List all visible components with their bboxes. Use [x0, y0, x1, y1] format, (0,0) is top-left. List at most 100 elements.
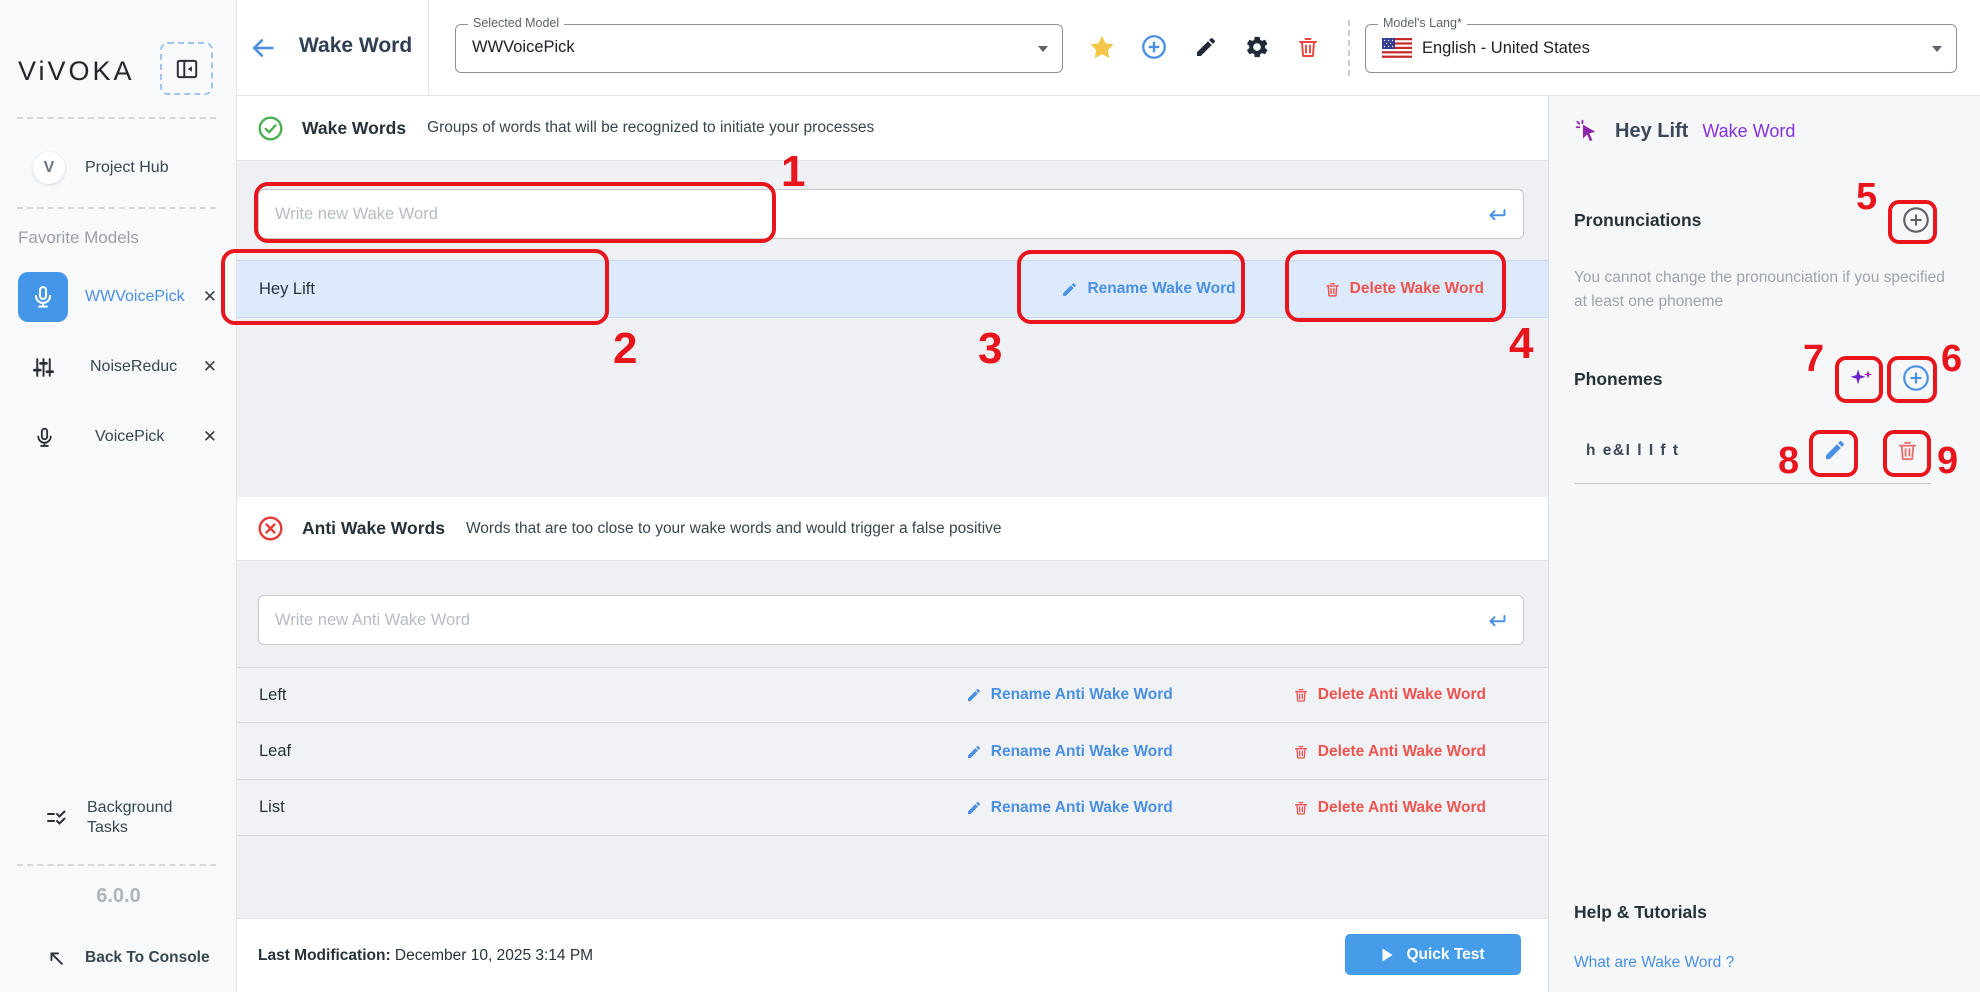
rename-anti-wake-word-label: Rename Anti Wake Word	[991, 743, 1173, 761]
model-settings-button[interactable]	[1240, 30, 1274, 64]
selected-model-value: WWVoicePick	[472, 38, 575, 57]
chevron-down-icon	[1038, 46, 1048, 52]
sidebar-item-background-tasks[interactable]: Background Tasks	[0, 795, 237, 841]
close-icon[interactable]: ✕	[203, 287, 217, 307]
trash-icon	[1324, 281, 1341, 298]
trash-icon	[1896, 439, 1919, 462]
sidebar-item-back-to-console[interactable]: Back To Console	[0, 938, 237, 978]
quick-test-button[interactable]: Quick Test	[1345, 934, 1521, 975]
last-modification-label: Last Modification:	[258, 947, 391, 964]
add-phoneme-button[interactable]	[1898, 360, 1934, 396]
sidebar-item-noisereduc[interactable]: NoiseReduc ✕	[0, 345, 237, 389]
add-model-button[interactable]	[1137, 30, 1171, 64]
project-hub-label: Project Hub	[85, 159, 169, 177]
main-content: Wake Words Groups of words that will be …	[237, 96, 1548, 992]
anti-wake-word-row[interactable]: Leaf Rename Anti Wake Word Delete Anti W…	[237, 724, 1548, 780]
selected-model-label: Selected Model	[468, 16, 564, 30]
phoneme-value: h e&I l I f t	[1586, 442, 1680, 460]
enter-return-icon[interactable]	[1485, 203, 1509, 227]
anti-wake-word-row[interactable]: List Rename Anti Wake Word Delete Anti W…	[237, 780, 1548, 836]
magic-cursor-icon	[1574, 118, 1601, 145]
sidebar-item-voicepick[interactable]: VoicePick ✕	[0, 415, 237, 459]
what-are-wake-word-link[interactable]: What are Wake Word ?	[1574, 954, 1734, 972]
rename-wake-word-button[interactable]: Rename Wake Word	[1061, 280, 1235, 298]
star-icon	[1088, 33, 1116, 61]
anti-wake-word-row[interactable]: Left Rename Anti Wake Word Delete Anti W…	[237, 667, 1548, 723]
close-icon[interactable]: ✕	[203, 427, 217, 447]
anti-wake-words-title: Anti Wake Words	[302, 518, 445, 539]
favorite-models-label: Favorite Models	[18, 228, 139, 248]
new-anti-wake-word-input[interactable]	[275, 596, 1455, 644]
enter-return-icon[interactable]	[1485, 609, 1509, 633]
background-tasks-label: Background Tasks	[87, 798, 197, 838]
favorite-model-button[interactable]	[1085, 30, 1119, 64]
delete-model-button[interactable]	[1291, 30, 1325, 64]
divider	[1348, 20, 1350, 76]
rename-anti-wake-word-button[interactable]: Rename Anti Wake Word	[966, 686, 1173, 704]
divider	[17, 207, 216, 209]
delete-phoneme-button[interactable]	[1889, 432, 1925, 468]
close-icon[interactable]: ✕	[203, 357, 217, 377]
project-hub-avatar: V	[33, 152, 65, 184]
anti-wake-word-name: List	[259, 798, 285, 817]
anti-wake-word-name: Leaf	[259, 742, 291, 761]
anti-wake-word-input-wrap	[258, 595, 1524, 645]
delete-anti-wake-word-button[interactable]: Delete Anti Wake Word	[1293, 686, 1486, 704]
pencil-icon	[966, 687, 982, 703]
circle-plus-icon	[1140, 33, 1168, 61]
trash-icon	[1293, 687, 1309, 703]
app-version: 6.0.0	[0, 885, 237, 908]
sidebar-item-project-hub[interactable]: V Project Hub	[0, 148, 237, 188]
model-name: VoicePick	[95, 428, 164, 446]
selected-model-dropdown[interactable]: Selected Model WWVoicePick	[455, 24, 1063, 73]
anti-wake-word-name: Left	[259, 686, 287, 705]
chevron-down-icon	[1932, 46, 1942, 52]
wake-word-page: ViVOKA V Project Hub Favorite Models	[0, 0, 1980, 992]
edit-model-button[interactable]	[1189, 30, 1223, 64]
delete-anti-wake-word-button[interactable]: Delete Anti Wake Word	[1293, 743, 1486, 761]
circle-plus-icon	[1901, 363, 1931, 393]
circle-plus-icon	[1901, 205, 1931, 235]
collapse-panel-icon	[174, 56, 200, 82]
task-list-icon	[45, 806, 69, 830]
add-pronunciation-button[interactable]	[1898, 202, 1934, 238]
rename-anti-wake-word-button[interactable]: Rename Anti Wake Word	[966, 743, 1173, 761]
rename-anti-wake-word-button[interactable]: Rename Anti Wake Word	[966, 799, 1173, 817]
help-tutorials-title: Help & Tutorials	[1574, 902, 1707, 923]
forbidden-x-icon	[257, 515, 284, 542]
trash-icon	[1293, 744, 1309, 760]
models-lang-dropdown[interactable]: Model's Lang*	[1365, 24, 1957, 73]
delete-anti-wake-word-label: Delete Anti Wake Word	[1318, 686, 1486, 704]
delete-wake-word-button[interactable]: Delete Wake Word	[1324, 280, 1484, 298]
pencil-icon	[1194, 35, 1218, 59]
wake-words-description: Groups of words that will be recognized …	[427, 119, 874, 137]
divider	[428, 0, 429, 95]
sidebar: ViVOKA V Project Hub Favorite Models	[0, 0, 237, 992]
wake-word-name: Hey Lift	[259, 280, 315, 299]
wake-word-type-tag: Wake Word	[1702, 121, 1795, 142]
delete-anti-wake-word-label: Delete Anti Wake Word	[1318, 743, 1486, 761]
selected-wake-word-title: Hey Lift	[1615, 120, 1688, 143]
wake-word-row[interactable]: Hey Lift Rename Wake Word	[237, 260, 1548, 318]
back-arrow-icon	[249, 34, 281, 62]
sidebar-item-wwvoicepick[interactable]: WWVoicePick ✕	[0, 270, 237, 324]
edit-phoneme-button[interactable]	[1817, 432, 1853, 468]
pronunciation-note: You cannot change the pronounciation if …	[1574, 266, 1946, 314]
gear-icon	[1244, 34, 1270, 60]
generate-phonemes-button[interactable]	[1843, 360, 1879, 396]
delete-anti-wake-word-button[interactable]: Delete Anti Wake Word	[1293, 799, 1486, 817]
pencil-icon	[1823, 438, 1847, 462]
microphone-icon	[33, 426, 56, 449]
phonemes-label: Phonemes	[1574, 369, 1663, 390]
topbar: Wake Word Selected Model WWVoicePick	[237, 0, 1980, 96]
microphone-icon	[18, 272, 68, 322]
divider	[1574, 483, 1931, 484]
new-wake-word-input[interactable]	[275, 190, 1455, 238]
play-icon	[1381, 948, 1394, 962]
divider	[17, 117, 216, 119]
collapse-sidebar-button[interactable]	[160, 42, 213, 95]
trash-icon	[1293, 800, 1309, 816]
back-button[interactable]	[249, 33, 281, 63]
page-title: Wake Word	[299, 34, 412, 58]
models-lang-value: English - United States	[1422, 39, 1590, 58]
